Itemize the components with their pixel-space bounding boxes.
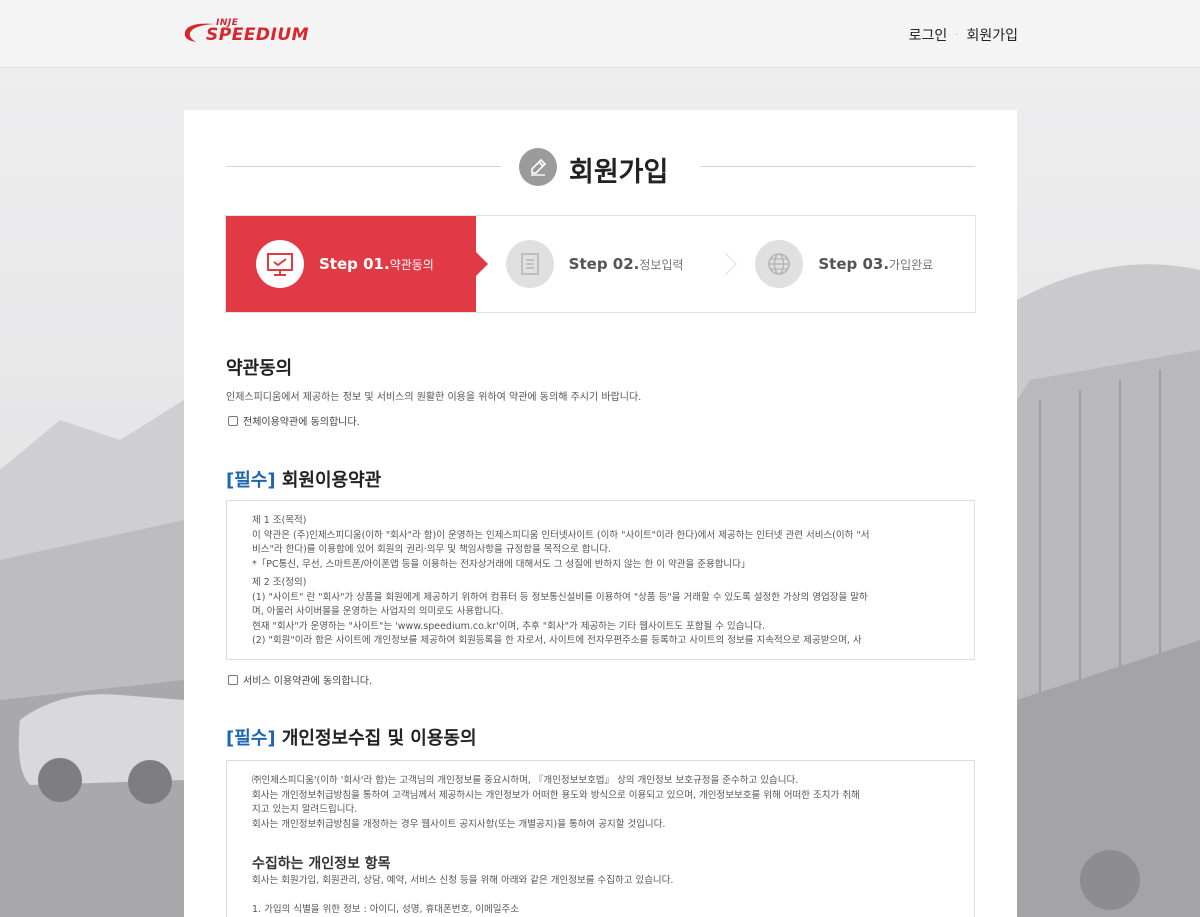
required-tag: [필수] <box>226 470 276 491</box>
terms-line: *「PC통신, 무선, 스마트폰/아이폰앱 등을 이용하는 전자상거래에 대해서… <box>252 558 751 570</box>
terms-title: 회원이용약관 <box>281 470 382 491</box>
nav-separator: · <box>955 29 959 41</box>
step-1-name: 약관동의 <box>389 258 434 272</box>
privacy-line: 회사는 회원가입, 회원관리, 상담, 예약, 서비스 신청 등을 위해 아래와… <box>252 875 674 886</box>
privacy-line: 회사는 개인정보취급방침을 통하여 고객님께서 제공하시는 개인정보가 어떠한 … <box>252 789 860 801</box>
agreement-description: 인제스피디움에서 제공하는 정보 및 서비스의 원활한 이용을 위하여 약관에 … <box>226 392 642 403</box>
privacy-section-title: [필수] 개인정보수집 및 이용동의 <box>226 724 477 750</box>
terms-content-box[interactable]: 제 1 조(목적) 이 약관은 (주)인제스피디움(이하 "회사"라 함)이 운… <box>226 500 975 660</box>
step-arrow <box>724 252 738 276</box>
agree-all-row[interactable]: 전체이용약관에 동의합니다. <box>228 413 360 428</box>
step-3-complete: Step 03.가입완료 <box>725 216 975 312</box>
step-1-terms-agreement: Step 01.약관동의 <box>226 216 488 312</box>
terms-line: (2) "회원"이라 함은 사이트에 개인정보를 제공하여 회원등록을 한 자로… <box>252 635 862 646</box>
document-icon <box>505 240 554 288</box>
terms-line: (1) "사이트" 란 "회사"가 상품을 회원에게 제공하기 위하여 컴퓨터 … <box>252 591 868 603</box>
privacy-line: 1. 가입의 식별을 위한 정보 : 아이디, 성명, 휴대폰번호, 이메일주소 <box>252 903 520 915</box>
step-3-label: Step 03.가입완료 <box>818 255 933 273</box>
step-2-name: 정보입력 <box>639 258 684 272</box>
step-2-info-input: Step 02.정보입력 <box>476 216 738 312</box>
privacy-line: ㈜인제스피디움'(이하 '회사'라 함)는 고객님의 개인정보를 중요시하며, … <box>252 775 799 786</box>
privacy-sub-heading: 수집하는 개인정보 항목 <box>252 856 391 872</box>
pencil-icon <box>519 148 557 186</box>
agreement-title: 약관동의 <box>226 358 293 379</box>
privacy-title: 개인정보수집 및 이용동의 <box>281 728 477 749</box>
terms-section-title: [필수] 회원이용약관 <box>226 466 381 492</box>
terms-line: 현재 "회사"가 운영하는 "사이트"는 'www.speedium.co.kr… <box>252 620 765 632</box>
agree-all-checkbox[interactable] <box>228 415 238 426</box>
step-3-number: Step 03. <box>818 255 890 273</box>
terms-line: 비스"라 한다)를 이용함에 있어 회원의 권리·의무 및 책임사항을 규정함을… <box>252 544 611 555</box>
step-arrow <box>475 252 488 276</box>
page-title-row: 회원가입 <box>226 148 975 188</box>
page-title: 회원가입 <box>569 157 669 188</box>
agree-terms-label: 서비스 이용약관에 동의합니다. <box>243 676 373 687</box>
privacy-line: 회사는 개인정보취급방침을 개정하는 경우 웹사이트 공지사항(또는 개별공지)… <box>252 818 666 830</box>
site-header: INJE SPEEDIUM 로그인 · 회원가입 <box>0 0 1200 68</box>
step-2-number: Step 02. <box>568 255 640 273</box>
signup-steps: Step 01.약관동의 Step 02.정보입력 Step 03.가입완료 <box>225 215 976 313</box>
terms-line: 제 1 조(목적) <box>252 515 307 526</box>
privacy-content-box[interactable]: ㈜인제스피디움'(이하 '회사'라 함)는 고객님의 개인정보를 중요시하며, … <box>226 760 975 917</box>
logo-text-main: SPEEDIUM <box>206 25 310 45</box>
monitor-icon <box>256 240 304 288</box>
step-1-label: Step 01.약관동의 <box>319 255 434 273</box>
agree-all-label: 전체이용약관에 동의합니다. <box>243 417 360 428</box>
step-1-number: Step 01. <box>319 255 390 273</box>
title-divider-left <box>226 166 501 167</box>
speedium-logo[interactable]: INJE SPEEDIUM <box>182 18 322 46</box>
globe-icon <box>755 240 804 288</box>
terms-line: 이 약관은 (주)인제스피디움(이하 "회사"라 함)이 운영하는 인제스피디움… <box>252 529 870 541</box>
terms-line: 제 2 조(정의) <box>252 577 307 588</box>
required-tag: [필수] <box>226 728 276 749</box>
signup-card: 회원가입 Step 01.약관동의 Step 02.정보입력 Step 03.가… <box>184 110 1017 917</box>
agree-terms-checkbox[interactable] <box>228 674 238 685</box>
agree-terms-row[interactable]: 서비스 이용약관에 동의합니다. <box>228 672 372 687</box>
privacy-line: 지고 있는지 알려드립니다. <box>252 804 358 815</box>
step-2-label: Step 02.정보입력 <box>569 255 684 273</box>
login-link[interactable]: 로그인 <box>909 25 948 45</box>
step-3-name: 가입완료 <box>889 258 934 272</box>
top-nav: 로그인 · 회원가입 <box>909 25 1018 45</box>
terms-line: 며, 아울러 사이버몰을 운영하는 사업자의 의미로도 사용합니다. <box>252 606 504 617</box>
signup-link[interactable]: 회원가입 <box>966 25 1018 45</box>
title-divider-right <box>700 166 975 167</box>
